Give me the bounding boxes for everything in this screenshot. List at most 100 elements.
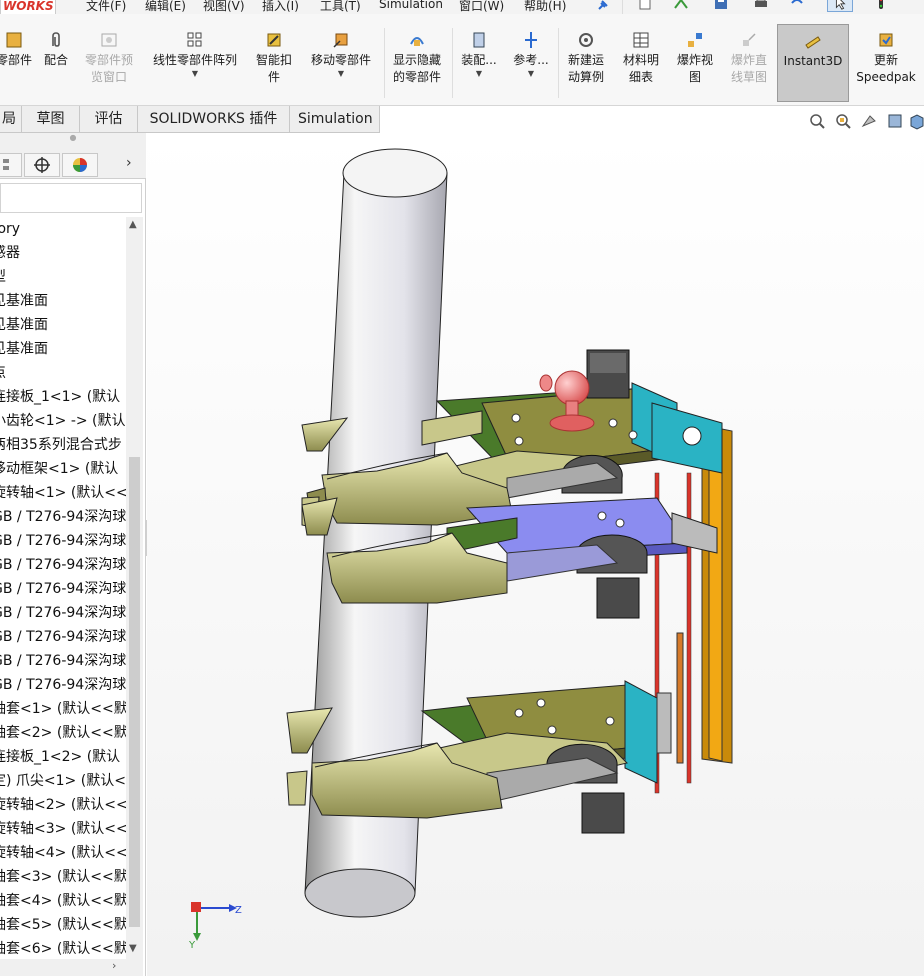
tree-node-component[interactable]: 两相35系列混合式步: [0, 433, 122, 457]
tree-node-component[interactable]: 轴套<5> (默认<<默: [0, 913, 126, 937]
button-label-2: 细表: [628, 70, 653, 84]
command-manager-ribbon: 零部件 配合 零部件预 览窗口 线性零部件阵列 ▼ 智能扣 件 移动零部件 ▼: [0, 14, 924, 106]
save-icon[interactable]: [713, 0, 729, 10]
assembly-features-button[interactable]: 装配... ▼: [456, 30, 502, 106]
panel-grip[interactable]: ●: [0, 133, 146, 151]
zoom-to-area-icon[interactable]: [834, 112, 852, 130]
component-preview-button[interactable]: 零部件预 览窗口: [78, 30, 140, 106]
section-view-icon[interactable]: [886, 112, 904, 130]
tree-node-component[interactable]: 旋转轴<2> (默认<<: [0, 793, 126, 817]
feature-tree: tory 感器 型 见基准面 见基准面 见基准面 点 连接板_1<1> (默认 …: [0, 217, 126, 959]
tab-evaluate[interactable]: 评估: [80, 106, 138, 133]
mate-button[interactable]: 配合: [40, 30, 72, 106]
linear-pattern-button[interactable]: 线性零部件阵列 ▼: [143, 30, 247, 106]
undo-icon[interactable]: [789, 0, 805, 10]
axis-z-label: Z: [235, 905, 242, 916]
speedpak-icon: [879, 33, 893, 47]
tree-node-component[interactable]: 轴套<6> (默认<<默: [0, 937, 126, 959]
menu-window[interactable]: 窗口(W): [459, 0, 504, 14]
tree-node-component[interactable]: 轴套<3> (默认<<默: [0, 865, 126, 889]
tree-node-annotations[interactable]: 型: [0, 265, 6, 289]
tab-solidworks-addins[interactable]: SOLIDWORKS 插件: [138, 106, 290, 133]
dropdown-caret-icon[interactable]: ▼: [143, 69, 247, 79]
tab-feature-manager[interactable]: [0, 153, 22, 177]
preview-window-icon: [101, 33, 117, 47]
tree-node-component[interactable]: GB / T276-94深沟球: [0, 553, 126, 577]
tree-node-component[interactable]: 轴套<4> (默认<<默: [0, 889, 126, 913]
pin-icon[interactable]: [596, 0, 610, 12]
chevron-right-icon[interactable]: ›: [126, 155, 132, 171]
tree-node-component[interactable]: 旋转轴<1> (默认<<: [0, 481, 126, 505]
button-label: 装配...: [461, 53, 497, 67]
tree-node-component[interactable]: GB / T276-94深沟球: [0, 577, 126, 601]
tree-node-component[interactable]: 轴套<1> (默认<<默: [0, 697, 126, 721]
tree-node-front-plane[interactable]: 见基准面: [0, 289, 48, 313]
dropdown-caret-icon[interactable]: ▼: [456, 69, 502, 79]
dropdown-caret-icon[interactable]: ▼: [302, 69, 380, 79]
tree-node-component[interactable]: GB / T276-94深沟球: [0, 625, 126, 649]
tree-vertical-scrollbar[interactable]: ▲ ▼: [126, 217, 143, 959]
explode-line-sketch-button[interactable]: 爆炸直 线草图: [722, 30, 776, 106]
scroll-up-icon[interactable]: ▲: [129, 219, 137, 230]
tree-node-component[interactable]: 旋转轴<4> (默认<<: [0, 841, 126, 865]
print-icon[interactable]: [753, 0, 769, 10]
tree-node-component[interactable]: 轴套<2> (默认<<默: [0, 721, 126, 745]
menu-insert[interactable]: 插入(I): [262, 0, 299, 14]
tree-node-top-plane[interactable]: 见基准面: [0, 313, 48, 337]
new-document-icon[interactable]: [637, 0, 653, 10]
tree-node-origin[interactable]: 点: [0, 361, 6, 385]
smart-fastener-button[interactable]: 智能扣 件: [250, 30, 298, 106]
menu-edit[interactable]: 编辑(E): [145, 0, 186, 14]
scroll-right-icon[interactable]: ›: [112, 959, 116, 972]
open-icon[interactable]: [673, 0, 689, 10]
update-speedpak-button[interactable]: 更新 Speedpak: [852, 30, 920, 106]
dropdown-caret-icon[interactable]: ▼: [508, 69, 554, 79]
tree-node-component[interactable]: 连接板_1<2> (默认: [0, 745, 120, 769]
graphics-viewport[interactable]: Z Y: [147, 133, 924, 976]
tree-node-component[interactable]: GB / T276-94深沟球: [0, 673, 126, 697]
menu-help[interactable]: 帮助(H): [524, 0, 566, 14]
show-hidden-components-button[interactable]: 显示隐藏 的零部件: [386, 30, 448, 106]
tree-node-component[interactable]: 连接板_1<1> (默认: [0, 385, 120, 409]
button-label: 零部件: [0, 53, 32, 67]
tab-display-manager[interactable]: [62, 153, 98, 177]
zoom-to-fit-icon[interactable]: [808, 112, 826, 130]
tab-layout[interactable]: 局: [0, 106, 22, 133]
menu-bar: WORKS 文件(F) 编辑(E) 视图(V) 插入(I) 工具(T) Simu…: [0, 0, 924, 14]
tree-filter-input[interactable]: [0, 183, 142, 213]
tree-node-history[interactable]: tory: [0, 217, 20, 241]
instant3d-button[interactable]: Instant3D: [777, 24, 849, 102]
insert-component-button[interactable]: 零部件: [0, 30, 34, 106]
menu-tools[interactable]: 工具(T): [320, 0, 361, 14]
new-motion-study-button[interactable]: 新建运 动算例: [562, 30, 610, 106]
select-cursor-icon[interactable]: [827, 0, 853, 12]
menu-simulation[interactable]: Simulation: [379, 0, 443, 11]
menu-view[interactable]: 视图(V): [203, 0, 245, 14]
tree-horizontal-scrollbar[interactable]: ›: [0, 959, 143, 976]
tree-node-component[interactable]: GB / T276-94深沟球: [0, 529, 126, 553]
tree-node-component[interactable]: 小齿轮<1> -> (默认: [0, 409, 126, 433]
tree-node-component[interactable]: 旋转轴<3> (默认<<: [0, 817, 126, 841]
tree-node-right-plane[interactable]: 见基准面: [0, 337, 48, 361]
tab-sketch[interactable]: 草图: [22, 106, 80, 133]
bill-of-materials-button[interactable]: 材料明 细表: [616, 30, 666, 106]
tab-simulation[interactable]: Simulation: [290, 106, 380, 133]
paperclip-icon: [52, 32, 60, 47]
tree-node-component[interactable]: GB / T276-94深沟球: [0, 649, 126, 673]
tree-node-component[interactable]: 移动框架<1> (默认: [0, 457, 118, 481]
reference-geometry-button[interactable]: 参考... ▼: [508, 30, 554, 106]
tab-configuration-manager[interactable]: [24, 153, 60, 177]
feature-manager-panel: ● › tory 感器 型 见基准面 见基准面 见基准面 点 连接板_1<1> …: [0, 133, 146, 976]
traffic-light-icon[interactable]: [873, 0, 889, 10]
menu-file[interactable]: 文件(F): [86, 0, 126, 14]
scrollbar-thumb[interactable]: [129, 457, 140, 927]
scroll-down-icon[interactable]: ▼: [129, 943, 137, 954]
tree-node-component[interactable]: 定) 爪尖<1> (默认<: [0, 769, 126, 793]
view-orientation-icon[interactable]: [908, 112, 924, 130]
tree-node-component[interactable]: GB / T276-94深沟球: [0, 505, 126, 529]
tree-node-sensors[interactable]: 感器: [0, 241, 20, 265]
previous-view-icon[interactable]: [860, 112, 878, 130]
move-component-button[interactable]: 移动零部件 ▼: [302, 30, 380, 106]
exploded-view-button[interactable]: 爆炸视 图: [670, 30, 720, 106]
tree-node-component[interactable]: GB / T276-94深沟球: [0, 601, 126, 625]
